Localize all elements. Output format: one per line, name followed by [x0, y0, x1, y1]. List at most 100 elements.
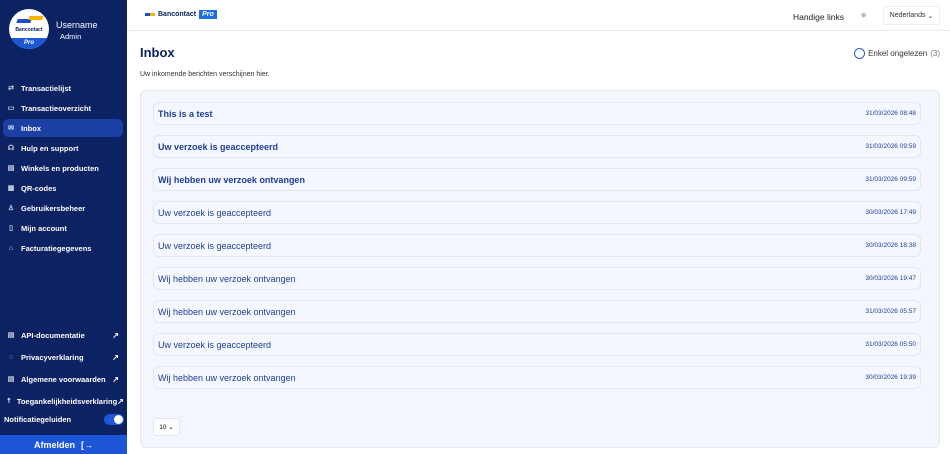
message-date: 30/03/2026 19:47 [865, 275, 916, 282]
unread-only-filter[interactable]: Enkel ongelezen (3) [854, 48, 940, 59]
sidebar-item-inbox[interactable]: ✉ Inbox [3, 119, 123, 137]
sidebar-item-transactieoverzicht[interactable]: ▭ Transactieoverzicht [3, 99, 123, 117]
nav-icon: ▦ [7, 185, 15, 192]
sidebar-item-label: Hulp en support [21, 143, 79, 153]
message-title: Wij hebben uw verzoek ontvangen [158, 174, 305, 185]
brand-text: Bancontact [158, 11, 197, 18]
message-title: Uw verzoek is geaccepteerd [158, 141, 279, 152]
page-size-select[interactable]: 10 ⌄ [153, 418, 180, 436]
brand-badge: Pro [199, 10, 217, 19]
document-icon: ▤ [7, 376, 15, 383]
message-date: 31/03/2026 05:50 [865, 341, 916, 348]
logo-text: Bancontact [15, 27, 43, 33]
sidebar-item-label: Gebruikersbeheer [21, 203, 86, 213]
sidebar-item-label: Inbox [21, 123, 41, 133]
message-date: 30/03/2026 18:38 [865, 242, 916, 249]
logout-button[interactable]: Afmelden [→ [0, 435, 127, 454]
sidebar-item-transactielijst[interactable]: ⇄ Transactielijst [3, 79, 123, 97]
topbar: Bancontact Pro Handige links ✸ Nederlands… [127, 0, 950, 31]
brand-logo[interactable]: Bancontact Pro [145, 10, 217, 19]
username: Username [56, 20, 98, 30]
sidebar-link-api-documentatie[interactable]: ▤ API-documentatie ↗ [3, 324, 123, 346]
nav-icon: ⇄ [8, 85, 14, 92]
message-title: This is a test [158, 108, 213, 119]
message-row[interactable]: Wij hebben uw verzoek ontvangen 30/03/202… [153, 366, 921, 389]
logout-icon: [→ [81, 439, 93, 450]
message-row[interactable]: This is a test 31/03/2026 08:48 [153, 102, 921, 125]
message-row[interactable]: Wij hebben uw verzoek ontvangen 30/03/202… [153, 267, 921, 290]
nav-icon: ▤ [7, 165, 15, 172]
filter-label: Enkel ongelezen [868, 49, 928, 58]
document-icon: ▤ [7, 332, 15, 339]
document-icon: ☨ [7, 398, 11, 405]
notification-toggle[interactable] [104, 414, 124, 425]
message-title: Uw verzoek is geaccepteerd [158, 207, 272, 218]
sidebar-item-label: Winkels en producten [21, 163, 99, 173]
language-value: Nederlands [889, 12, 926, 19]
avatar[interactable]: Bancontact Pro [9, 9, 49, 49]
user-role: Admin [60, 32, 82, 41]
message-date: 31/03/2026 09:59 [865, 143, 916, 150]
external-link-icon: ↗ [112, 374, 119, 384]
notification-label: Notificatiegeluiden [4, 415, 72, 424]
message-title: Wij hebben uw verzoek ontvangen [158, 372, 296, 383]
sidebar-link-label: Privacyverklaring [21, 352, 84, 362]
sidebar-link-label: Toegankelijkheidsverklaring [16, 396, 118, 406]
message-row[interactable]: Wij hebben uw verzoek ontvangen 31/03/202… [153, 168, 921, 191]
radio-icon[interactable] [854, 48, 866, 59]
settings-icon[interactable]: ✸ [860, 11, 867, 20]
sidebar-item-label: Transactieoverzicht [21, 103, 92, 113]
message-date: 30/03/2026 17:49 [865, 209, 916, 216]
sidebar-item-winkels-en-producten[interactable]: ▤ Winkels en producten [3, 159, 123, 177]
sidebar-item-facturatiegegevens[interactable]: ⌂ Facturatiegegevens [3, 239, 123, 257]
page-size-value: 10 [159, 423, 167, 431]
sidebar-link-label: Algemene voorwaarden [21, 374, 106, 384]
external-link-icon: ↗ [117, 396, 124, 406]
language-select[interactable]: Nederlands ⌄ [883, 6, 940, 25]
nav-icon: ⌂ [8, 244, 14, 252]
message-date: 30/03/2026 19:39 [865, 374, 916, 381]
sidebar-links: ▤ API-documentatie ↗ ◌ Privacyverklaring ↗ ▤ Al… [3, 324, 124, 412]
sidebar-item-hulp-en-support[interactable]: ☊ Hulp en support [3, 139, 123, 157]
message-title: Uw verzoek is geaccepteerd [158, 339, 272, 350]
sidebar: Bancontact Pro Username Admin ⇄ Transacti… [0, 0, 127, 454]
nav-icon: ▯ [9, 225, 13, 232]
nav-icon: ☊ [7, 145, 15, 152]
nav-icon: ♙ [7, 205, 15, 212]
chevron-down-icon: ⌄ [168, 424, 174, 431]
logout-label: Afmelden [33, 439, 75, 450]
notification-sounds: Notificatiegeluiden [4, 414, 124, 425]
message-row[interactable]: Wij hebben uw verzoek ontvangen 31/03/202… [153, 300, 921, 323]
message-row[interactable]: Uw verzoek is geaccepteerd 31/03/2026 09:… [153, 135, 921, 158]
sidebar-link-privacyverklaring[interactable]: ◌ Privacyverklaring ↗ [3, 346, 123, 368]
nav-icon: ✉ [8, 125, 14, 132]
message-date: 31/03/2026 09:59 [865, 176, 916, 183]
message-title: Wij hebben uw verzoek ontvangen [158, 273, 296, 284]
message-date: 31/03/2026 08:48 [865, 110, 916, 117]
unread-count: (3) [930, 49, 940, 58]
sidebar-item-qr-codes[interactable]: ▦ QR-codes [3, 179, 123, 197]
handy-links-button[interactable]: Handige links [793, 12, 844, 22]
sidebar-item-label: QR-codes [21, 183, 57, 193]
user-info: Username Admin [56, 20, 98, 41]
page-subtitle: Uw inkomende berichten verschijnen hier. [140, 71, 270, 78]
document-icon: ◌ [8, 353, 14, 361]
page-title: Inbox [140, 45, 175, 60]
sidebar-item-label: Transactielijst [21, 83, 72, 93]
sidebar-item-label: Mijn account [21, 223, 67, 233]
external-link-icon: ↗ [112, 330, 119, 340]
nav-icon: ▭ [7, 105, 15, 112]
message-row[interactable]: Uw verzoek is geaccepteerd 30/03/2026 17:… [153, 201, 921, 224]
pro-badge: Pro [9, 38, 49, 49]
sidebar-link-algemene-voorwaarden[interactable]: ▤ Algemene voorwaarden ↗ [3, 368, 123, 390]
external-link-icon: ↗ [112, 352, 119, 362]
sidebar-item-mijn-account[interactable]: ▯ Mijn account [3, 219, 123, 237]
sidebar-link-label: API-documentatie [21, 330, 85, 340]
sidebar-nav: ⇄ Transactielijst ▭ Transactieoverzicht ✉ Inb… [3, 79, 123, 259]
sidebar-item-gebruikersbeheer[interactable]: ♙ Gebruikersbeheer [3, 199, 123, 217]
message-title: Wij hebben uw verzoek ontvangen [158, 306, 296, 317]
message-row[interactable]: Uw verzoek is geaccepteerd 30/03/2026 18:… [153, 234, 921, 257]
message-row[interactable]: Uw verzoek is geaccepteerd 31/03/2026 05:… [153, 333, 921, 356]
chevron-down-icon: ⌄ [927, 12, 934, 20]
sidebar-link-toegankelijkheidsverklaring[interactable]: ☨ Toegankelijkheidsverklaring ↗ [3, 390, 124, 412]
